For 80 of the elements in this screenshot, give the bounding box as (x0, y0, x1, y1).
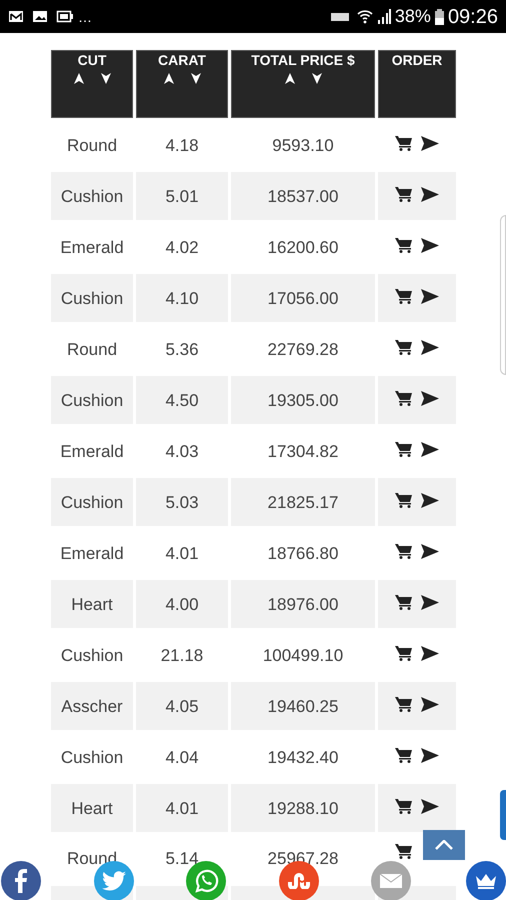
image-icon (32, 10, 48, 23)
table-cell: 21825.17 (231, 478, 375, 526)
table-cell: 4.10 (136, 274, 228, 322)
envelope-icon (379, 873, 403, 889)
battery-icon (434, 8, 444, 24)
letter-f-icon (15, 869, 27, 893)
mail-icon (8, 10, 24, 23)
table-cell: 5.03 (136, 478, 228, 526)
cart-icon[interactable] (395, 390, 413, 406)
table-cell: 5.01 (136, 172, 228, 220)
sort-descending-icon[interactable] (312, 73, 322, 84)
send-icon[interactable] (421, 340, 439, 354)
send-icon[interactable] (421, 186, 439, 202)
table-cell: Heart (51, 784, 133, 832)
send-icon[interactable] (421, 646, 439, 660)
cart-icon[interactable] (395, 186, 413, 202)
table-cell: Heart (51, 580, 133, 628)
chevron-up-icon (435, 840, 453, 850)
cart-icon[interactable] (395, 798, 413, 814)
cart-icon[interactable] (395, 696, 413, 712)
table-cell: 4.01 (136, 784, 228, 832)
cart-icon[interactable] (395, 135, 413, 151)
table-cell: 18537.00 (231, 172, 375, 220)
table-cell: 4.50 (136, 376, 228, 424)
send-icon[interactable] (421, 288, 439, 304)
table-cell: 19460.25 (231, 682, 375, 730)
table-cell: 19288.10 (231, 784, 375, 832)
send-icon[interactable] (421, 390, 439, 406)
side-tab[interactable] (500, 790, 506, 840)
send-icon[interactable] (421, 442, 439, 456)
cart-icon[interactable] (395, 288, 413, 304)
cart-icon[interactable] (395, 843, 413, 859)
table-cell: Cushion (51, 376, 133, 424)
column-title: ORDER (392, 52, 442, 68)
sort-descending-icon[interactable] (190, 73, 200, 84)
crown-icon (475, 873, 497, 889)
side-panel-handle[interactable] (500, 215, 506, 375)
clock-time: 09:26 (448, 4, 498, 30)
send-icon[interactable] (421, 544, 439, 558)
table-cell: Cushion (51, 172, 133, 220)
table-cell: 4.05 (136, 682, 228, 730)
sort-ascending-icon[interactable] (284, 73, 294, 84)
table-cell: Cushion (51, 478, 133, 526)
battery-percentage: 38% (394, 5, 431, 28)
table-cell: 17056.00 (231, 274, 375, 322)
sort-ascending-icon[interactable] (74, 73, 84, 84)
cart-icon[interactable] (395, 645, 413, 661)
send-icon[interactable] (421, 238, 439, 252)
cart-icon[interactable] (395, 492, 413, 508)
more-notifications: … (78, 10, 92, 24)
cart-icon[interactable] (395, 339, 413, 355)
phone-bubble-icon (193, 868, 219, 894)
send-icon[interactable] (421, 696, 439, 712)
cart-icon[interactable] (395, 747, 413, 763)
table-cell: Cushion (51, 274, 133, 322)
table-cell: Asscher (51, 682, 133, 730)
send-icon[interactable] (421, 594, 439, 610)
table-cell: 4.00 (136, 580, 228, 628)
crown-button[interactable] (466, 861, 506, 900)
cart-icon[interactable] (395, 543, 413, 559)
wifi-icon (356, 9, 373, 24)
table-cell: 19305.00 (231, 376, 375, 424)
cart-icon[interactable] (395, 441, 413, 457)
column-title: TOTAL PRICE $ (251, 52, 355, 68)
column-title: CUT (78, 52, 106, 68)
sort-descending-icon[interactable] (100, 73, 110, 84)
column-title: CARAT (158, 52, 206, 68)
scroll-to-top-button[interactable] (423, 830, 465, 860)
signal-icon (376, 9, 391, 24)
table-cell: 18976.00 (231, 580, 375, 628)
send-icon[interactable] (421, 136, 439, 150)
send-icon[interactable] (421, 798, 439, 814)
cart-icon[interactable] (395, 237, 413, 253)
bird-icon (102, 871, 126, 891)
send-icon[interactable] (421, 748, 439, 762)
sort-ascending-icon[interactable] (164, 73, 174, 84)
cart-icon[interactable] (395, 594, 413, 610)
send-icon[interactable] (421, 492, 439, 508)
su-logo-icon (287, 873, 311, 889)
facebook-button[interactable] (1, 861, 41, 900)
